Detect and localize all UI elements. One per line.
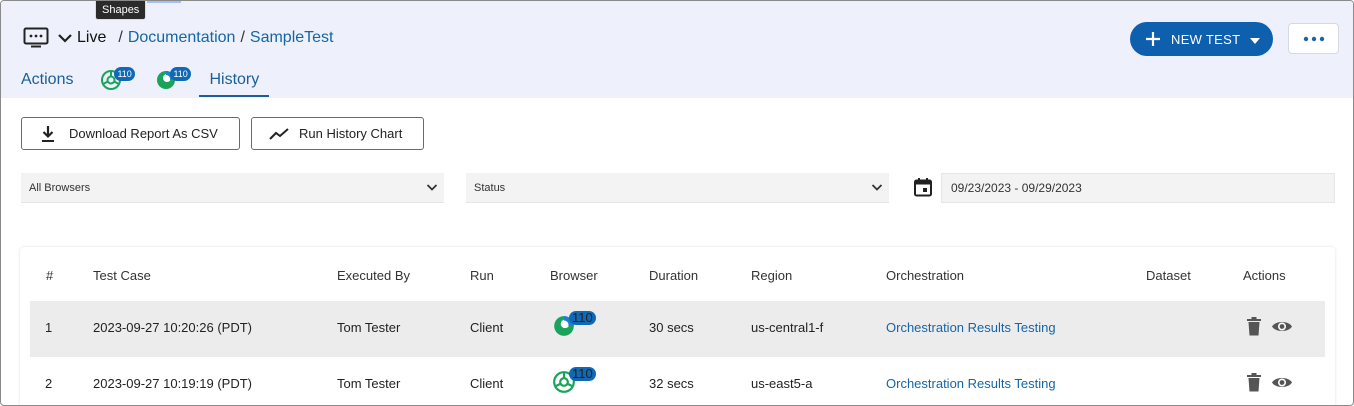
tab-chrome-browser[interactable]: 110 xyxy=(99,63,139,93)
date-range-input[interactable]: 09/23/2023 - 09/29/2023 xyxy=(941,173,1335,203)
browser-version-badge: 110 xyxy=(114,67,135,81)
row-number: 1 xyxy=(45,320,53,335)
view-eye-icon[interactable] xyxy=(1271,375,1293,390)
download-icon xyxy=(40,125,56,143)
breadcrumb-separator: / xyxy=(240,29,245,46)
browser-version-badge: 110 xyxy=(569,367,596,381)
row-run: Client xyxy=(470,376,504,391)
column-header-number: # xyxy=(46,268,54,283)
browser-version-badge: 110 xyxy=(170,67,191,81)
column-header-region: Region xyxy=(751,268,793,283)
plus-icon xyxy=(1145,31,1161,47)
tab-history[interactable]: History xyxy=(199,63,270,97)
row-duration: 30 secs xyxy=(649,320,694,335)
row-orchestration-link[interactable]: Orchestration Results Testing xyxy=(886,320,1056,335)
browser-version-badge: 110 xyxy=(569,311,596,325)
row-region: us-central1-f xyxy=(751,320,824,335)
new-test-label: NEW TEST xyxy=(1171,31,1241,47)
row-executed-by: Tom Tester xyxy=(337,320,401,335)
tooltip: Shapes xyxy=(95,1,147,20)
breadcrumb-project-link[interactable]: Documentation xyxy=(128,29,236,47)
chevron-down-icon xyxy=(871,181,883,196)
browsers-select-value: All Browsers xyxy=(29,181,91,194)
column-header-dataset: Dataset xyxy=(1146,268,1191,283)
download-csv-label: Download Report As CSV xyxy=(69,126,218,141)
page-header: Shapes Live / Documentation / SampleTest… xyxy=(1,1,1353,98)
more-options-button[interactable] xyxy=(1288,23,1339,54)
view-eye-icon[interactable] xyxy=(1271,319,1293,334)
monitor-icon[interactable] xyxy=(23,25,49,51)
trash-icon[interactable] xyxy=(1246,317,1262,336)
breadcrumb-test-link[interactable]: SampleTest xyxy=(250,29,334,47)
row-region: us-east5-a xyxy=(751,376,813,391)
breadcrumb-separator: / xyxy=(118,29,123,46)
row-duration: 32 secs xyxy=(649,376,694,391)
browsers-select[interactable]: All Browsers xyxy=(21,173,444,203)
download-csv-button[interactable]: Download Report As CSV xyxy=(21,117,240,150)
tab-edge-browser[interactable]: 110 xyxy=(155,63,195,93)
trash-icon[interactable] xyxy=(1246,373,1262,392)
column-header-orchestration: Orchestration xyxy=(886,268,965,283)
more-horizontal-icon xyxy=(1303,36,1324,41)
caret-down-icon xyxy=(1250,34,1261,44)
new-test-button[interactable]: NEW TEST xyxy=(1130,22,1273,56)
chevron-down-icon[interactable] xyxy=(57,30,73,46)
column-header-actions: Actions xyxy=(1243,268,1286,283)
calendar-icon[interactable] xyxy=(913,177,933,197)
column-header-duration: Duration xyxy=(649,268,699,283)
status-select[interactable]: Status xyxy=(466,173,889,203)
column-header-browser: Browser xyxy=(550,268,598,283)
column-header-executed-by: Executed By xyxy=(337,268,410,283)
top-accent-line xyxy=(147,1,181,3)
row-run: Client xyxy=(470,320,504,335)
run-history-chart-button[interactable]: Run History Chart xyxy=(251,117,424,150)
chevron-down-icon xyxy=(426,181,438,196)
tab-actions[interactable]: Actions xyxy=(21,71,73,89)
run-history-label: Run History Chart xyxy=(299,126,403,141)
breadcrumb: Live / Documentation / SampleTest xyxy=(23,25,333,51)
column-header-run: Run xyxy=(470,268,494,283)
column-header-test-case: Test Case xyxy=(93,268,151,283)
row-test-case: 2023-09-27 10:19:19 (PDT) xyxy=(93,376,252,391)
app-window: Shapes Live / Documentation / SampleTest… xyxy=(0,0,1354,406)
line-chart-icon xyxy=(269,127,289,141)
row-orchestration-link[interactable]: Orchestration Results Testing xyxy=(886,376,1056,391)
row-test-case: 2023-09-27 10:20:26 (PDT) xyxy=(93,320,252,335)
mode-label: Live xyxy=(77,29,107,46)
row-executed-by: Tom Tester xyxy=(337,376,401,391)
tab-bar: Actions 110 110 History xyxy=(21,63,270,98)
row-number: 2 xyxy=(45,376,53,391)
status-select-value: Status xyxy=(474,181,506,194)
